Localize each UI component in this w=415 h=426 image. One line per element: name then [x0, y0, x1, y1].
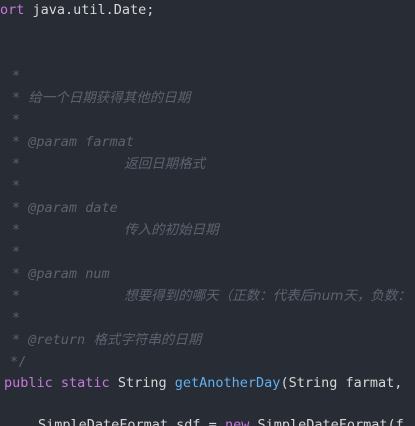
doc-line-star: * [12, 242, 20, 262]
comment-star: * [12, 266, 21, 282]
doc-line-close: */ [10, 352, 26, 372]
doc-line-star: * [12, 110, 20, 130]
code-editor[interactable]: ort java.util.Date; * * 给一个日期获得其他的日期 * *… [0, 0, 415, 426]
doc-line-summary: * 给一个日期获得其他的日期 [12, 88, 190, 108]
doc-line-param-num: * @param num [12, 264, 110, 284]
return-desc: 格式字符串的日期 [93, 332, 202, 348]
var-decl: sdf = [168, 417, 225, 426]
code-line-sdf: SimpleDateFormat sdf = new SimpleDateFor… [38, 415, 404, 426]
comment-star: * [12, 134, 21, 150]
import-path: java.util.Date; [24, 2, 155, 18]
var-type: SimpleDateFormat [38, 417, 169, 426]
doc-line-param-farmat: * @param farmat [12, 132, 134, 152]
modifier-public: public [4, 375, 53, 391]
doc-line-star: * [12, 66, 20, 86]
comment-star: * [12, 244, 21, 260]
code-line-signature: public static String getAnotherDay(Strin… [4, 373, 402, 393]
method-name: getAnotherDay [174, 375, 281, 391]
code-line-import: ort java.util.Date; [0, 0, 154, 20]
doc-line-param-farmat-desc: * 返回日期格式 [12, 154, 205, 174]
comment-star: * [12, 178, 21, 194]
comment-star: * [12, 112, 21, 128]
comment-star: * [12, 332, 21, 348]
param-tag: @param [28, 266, 78, 282]
doc-line-star: * [12, 308, 20, 328]
ctor-call: SimpleDateFormat(f [249, 417, 404, 426]
comment-star: * [12, 68, 21, 84]
param-desc: 传入的初始日期 [124, 222, 219, 238]
new-keyword: new [224, 417, 250, 426]
comment-star: * [12, 200, 21, 216]
param-desc: 想要得到的哪天（正数：代表后num天，负数： [124, 288, 411, 304]
method-params: (String farmat, [280, 375, 403, 391]
import-keyword: ort [0, 2, 25, 18]
return-tag: @return [28, 332, 86, 348]
doc-summary: 给一个日期获得其他的日期 [28, 90, 191, 106]
comment-star: * [12, 288, 21, 304]
param-name: farmat [85, 134, 134, 150]
doc-line-param-num-desc: * 想要得到的哪天（正数：代表后num天，负数： [12, 286, 411, 306]
comment-star: * [12, 156, 21, 172]
return-type: String [117, 375, 167, 391]
param-tag: @param [28, 200, 78, 216]
comment-close: */ [10, 354, 27, 370]
param-desc: 返回日期格式 [124, 156, 206, 172]
param-name: num [85, 266, 110, 282]
doc-line-star: * [12, 176, 20, 196]
doc-line-param-date-desc: * 传入的初始日期 [12, 220, 219, 240]
param-tag: @param [28, 134, 78, 150]
doc-line-return: * @return 格式字符串的日期 [12, 330, 201, 350]
modifier-static: static [60, 375, 110, 391]
comment-star: * [12, 90, 21, 106]
doc-line-param-date: * @param date [12, 198, 118, 218]
comment-star: * [12, 310, 21, 326]
param-name: date [85, 200, 118, 216]
comment-star: * [12, 222, 21, 238]
